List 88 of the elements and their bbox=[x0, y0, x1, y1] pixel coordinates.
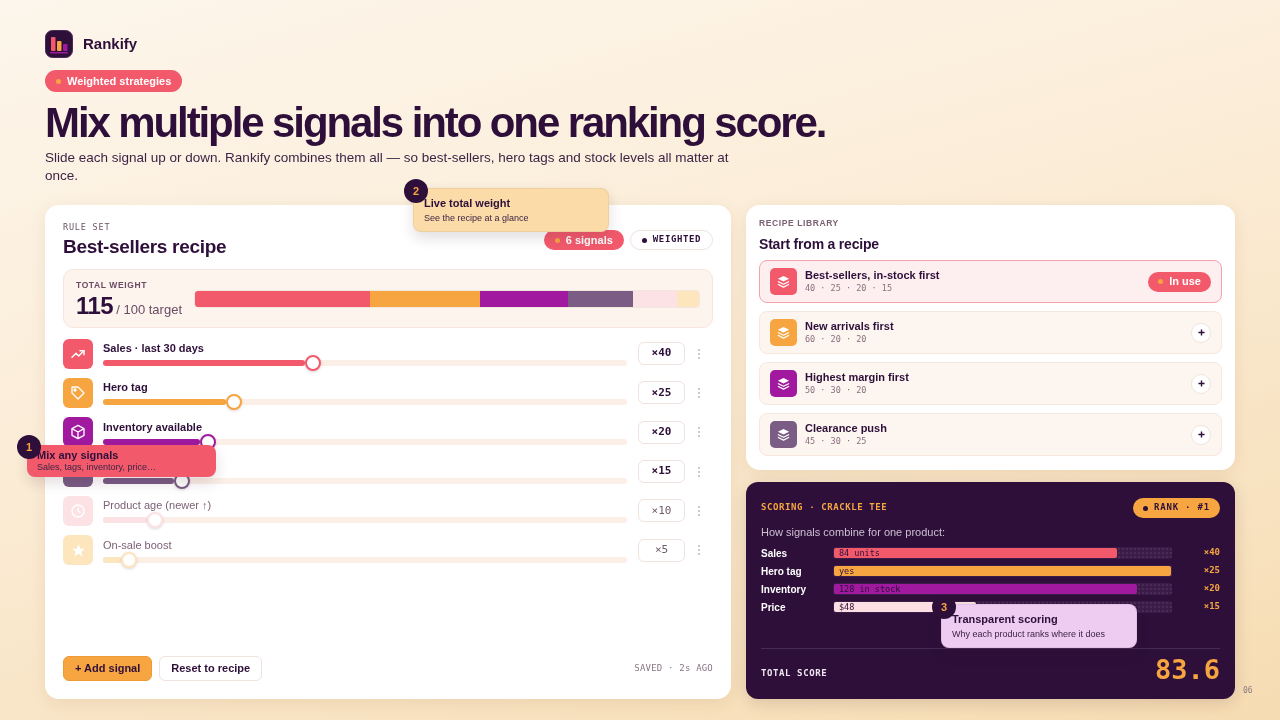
section-eyebrow: RECIPE LIBRARY bbox=[759, 218, 840, 228]
total-score-value: 83.6 bbox=[1154, 653, 1220, 687]
more-icon[interactable] bbox=[697, 504, 701, 517]
scoring-intro: How signals combine for one product: bbox=[761, 525, 947, 539]
save-status: SAVED · 2s AGO bbox=[634, 661, 713, 675]
clock-icon bbox=[63, 495, 93, 526]
dot-icon bbox=[641, 237, 647, 243]
meter-value: $48 bbox=[839, 602, 855, 612]
plus-icon bbox=[1197, 329, 1205, 336]
recipe-item[interactable]: Clearance push 45 · 30 · 25 bbox=[759, 413, 1222, 456]
callout-text: Sales, tags, inventory, price… bbox=[37, 462, 157, 473]
add-signal-button[interactable]: + Add signal bbox=[63, 656, 153, 681]
plus-icon bbox=[1197, 380, 1205, 387]
more-icon[interactable] bbox=[697, 386, 701, 399]
more-icon[interactable] bbox=[697, 465, 701, 478]
factor-label: Price bbox=[761, 600, 787, 615]
recipe-title: Best-sellers, in-stock first bbox=[805, 269, 941, 282]
reset-button[interactable]: Reset to recipe bbox=[159, 656, 263, 681]
pill-label: In use bbox=[1169, 274, 1201, 290]
pill-label: Weighted strategies bbox=[67, 73, 172, 89]
recipe-item[interactable]: New arrivals first 60 · 20 · 20 bbox=[759, 311, 1222, 354]
more-icon[interactable] bbox=[697, 426, 701, 439]
meter-value: yes bbox=[839, 566, 855, 576]
factor-label: Sales bbox=[761, 546, 789, 561]
total-weight-label: TOTAL WEIGHT bbox=[76, 279, 148, 291]
add-recipe-button[interactable] bbox=[1191, 373, 1211, 394]
pill-label: 6 signals bbox=[565, 232, 613, 248]
recipe-weights: 45 · 30 · 25 bbox=[805, 436, 868, 447]
factor-weight: ×25 bbox=[1202, 564, 1220, 578]
weight-target: / 100 target bbox=[116, 303, 182, 316]
add-recipe-button[interactable] bbox=[1191, 424, 1211, 445]
signal-label: Inventory available bbox=[103, 419, 204, 434]
pill-label: WEIGHTED bbox=[652, 233, 701, 247]
recipe-item[interactable]: Highest margin first 50 · 30 · 20 bbox=[759, 362, 1222, 405]
factor-weight: ×20 bbox=[1202, 582, 1220, 596]
trend-up-icon bbox=[63, 338, 93, 369]
weight-field[interactable]: ×15 bbox=[638, 460, 685, 484]
weight-field[interactable]: ×20 bbox=[638, 420, 685, 444]
slider-fill bbox=[103, 556, 122, 563]
section-eyebrow: SCORING · CRACKLE TEE bbox=[761, 501, 888, 515]
recipe-weights: 50 · 30 · 20 bbox=[805, 385, 868, 396]
callout-title: Mix any signals bbox=[37, 449, 120, 461]
recipe-title: Highest margin first bbox=[805, 371, 910, 384]
slider-thumb[interactable] bbox=[304, 355, 321, 372]
pill-label: RANK · #1 bbox=[1154, 501, 1210, 515]
signal-label: Hero tag bbox=[103, 380, 149, 395]
card-title: Start from a recipe bbox=[759, 236, 880, 253]
total-score-label: TOTAL SCORE bbox=[761, 667, 828, 681]
plus-icon bbox=[1197, 431, 1205, 438]
slider-thumb[interactable] bbox=[226, 394, 242, 411]
signal-label: Sales · last 30 days bbox=[103, 341, 205, 356]
recipe-weights: 60 · 20 · 20 bbox=[805, 334, 868, 345]
tag-icon bbox=[63, 377, 93, 408]
signal-label: Product age (newer ↑) bbox=[103, 498, 213, 513]
weight-field[interactable]: ×25 bbox=[638, 381, 685, 405]
signal-label: On-sale boost bbox=[103, 537, 173, 552]
more-icon[interactable] bbox=[697, 347, 701, 360]
card-title: Best-sellers recipe bbox=[63, 235, 227, 259]
callout-text: Why each product ranks where it does bbox=[952, 628, 1107, 640]
factor-label: Inventory bbox=[761, 582, 807, 597]
slider-fill bbox=[103, 478, 174, 485]
factor-weight: ×15 bbox=[1202, 600, 1220, 614]
factor-weight: ×40 bbox=[1202, 546, 1220, 560]
meter-value: 84 units bbox=[839, 548, 880, 558]
brand-name: Rankify bbox=[83, 33, 138, 54]
page-heading: Mix multiple signals into one ranking score. bbox=[45, 100, 827, 146]
factor-label: Hero tag bbox=[761, 564, 803, 579]
dot-icon bbox=[1158, 279, 1164, 284]
more-icon[interactable] bbox=[697, 544, 701, 557]
meter-value: 128 in stock bbox=[839, 584, 901, 594]
total-weight-value: 115 bbox=[76, 294, 114, 318]
weight-field[interactable]: ×5 bbox=[638, 538, 685, 562]
weight-field[interactable]: ×10 bbox=[638, 499, 685, 523]
recipe-title: Clearance push bbox=[805, 422, 888, 435]
dot-icon bbox=[554, 237, 560, 243]
logo-icon bbox=[45, 30, 73, 58]
cube-icon bbox=[63, 417, 93, 448]
slider-fill bbox=[103, 517, 148, 524]
add-recipe-button[interactable] bbox=[1191, 322, 1211, 343]
page-number: 06 bbox=[1243, 685, 1253, 697]
recipe-item[interactable]: Best-sellers, in-stock first 40 · 25 · 20 · 15 In use bbox=[759, 260, 1222, 303]
dot-icon bbox=[1143, 505, 1149, 511]
recipe-weights: 40 · 25 · 20 · 15 bbox=[805, 283, 893, 294]
section-eyebrow: RULE SET bbox=[63, 221, 112, 233]
weight-field[interactable]: ×40 bbox=[638, 342, 685, 366]
callout-text: See the recipe at a glance bbox=[424, 212, 530, 224]
dot-icon bbox=[56, 78, 61, 84]
recipe-title: New arrivals first bbox=[805, 320, 895, 333]
